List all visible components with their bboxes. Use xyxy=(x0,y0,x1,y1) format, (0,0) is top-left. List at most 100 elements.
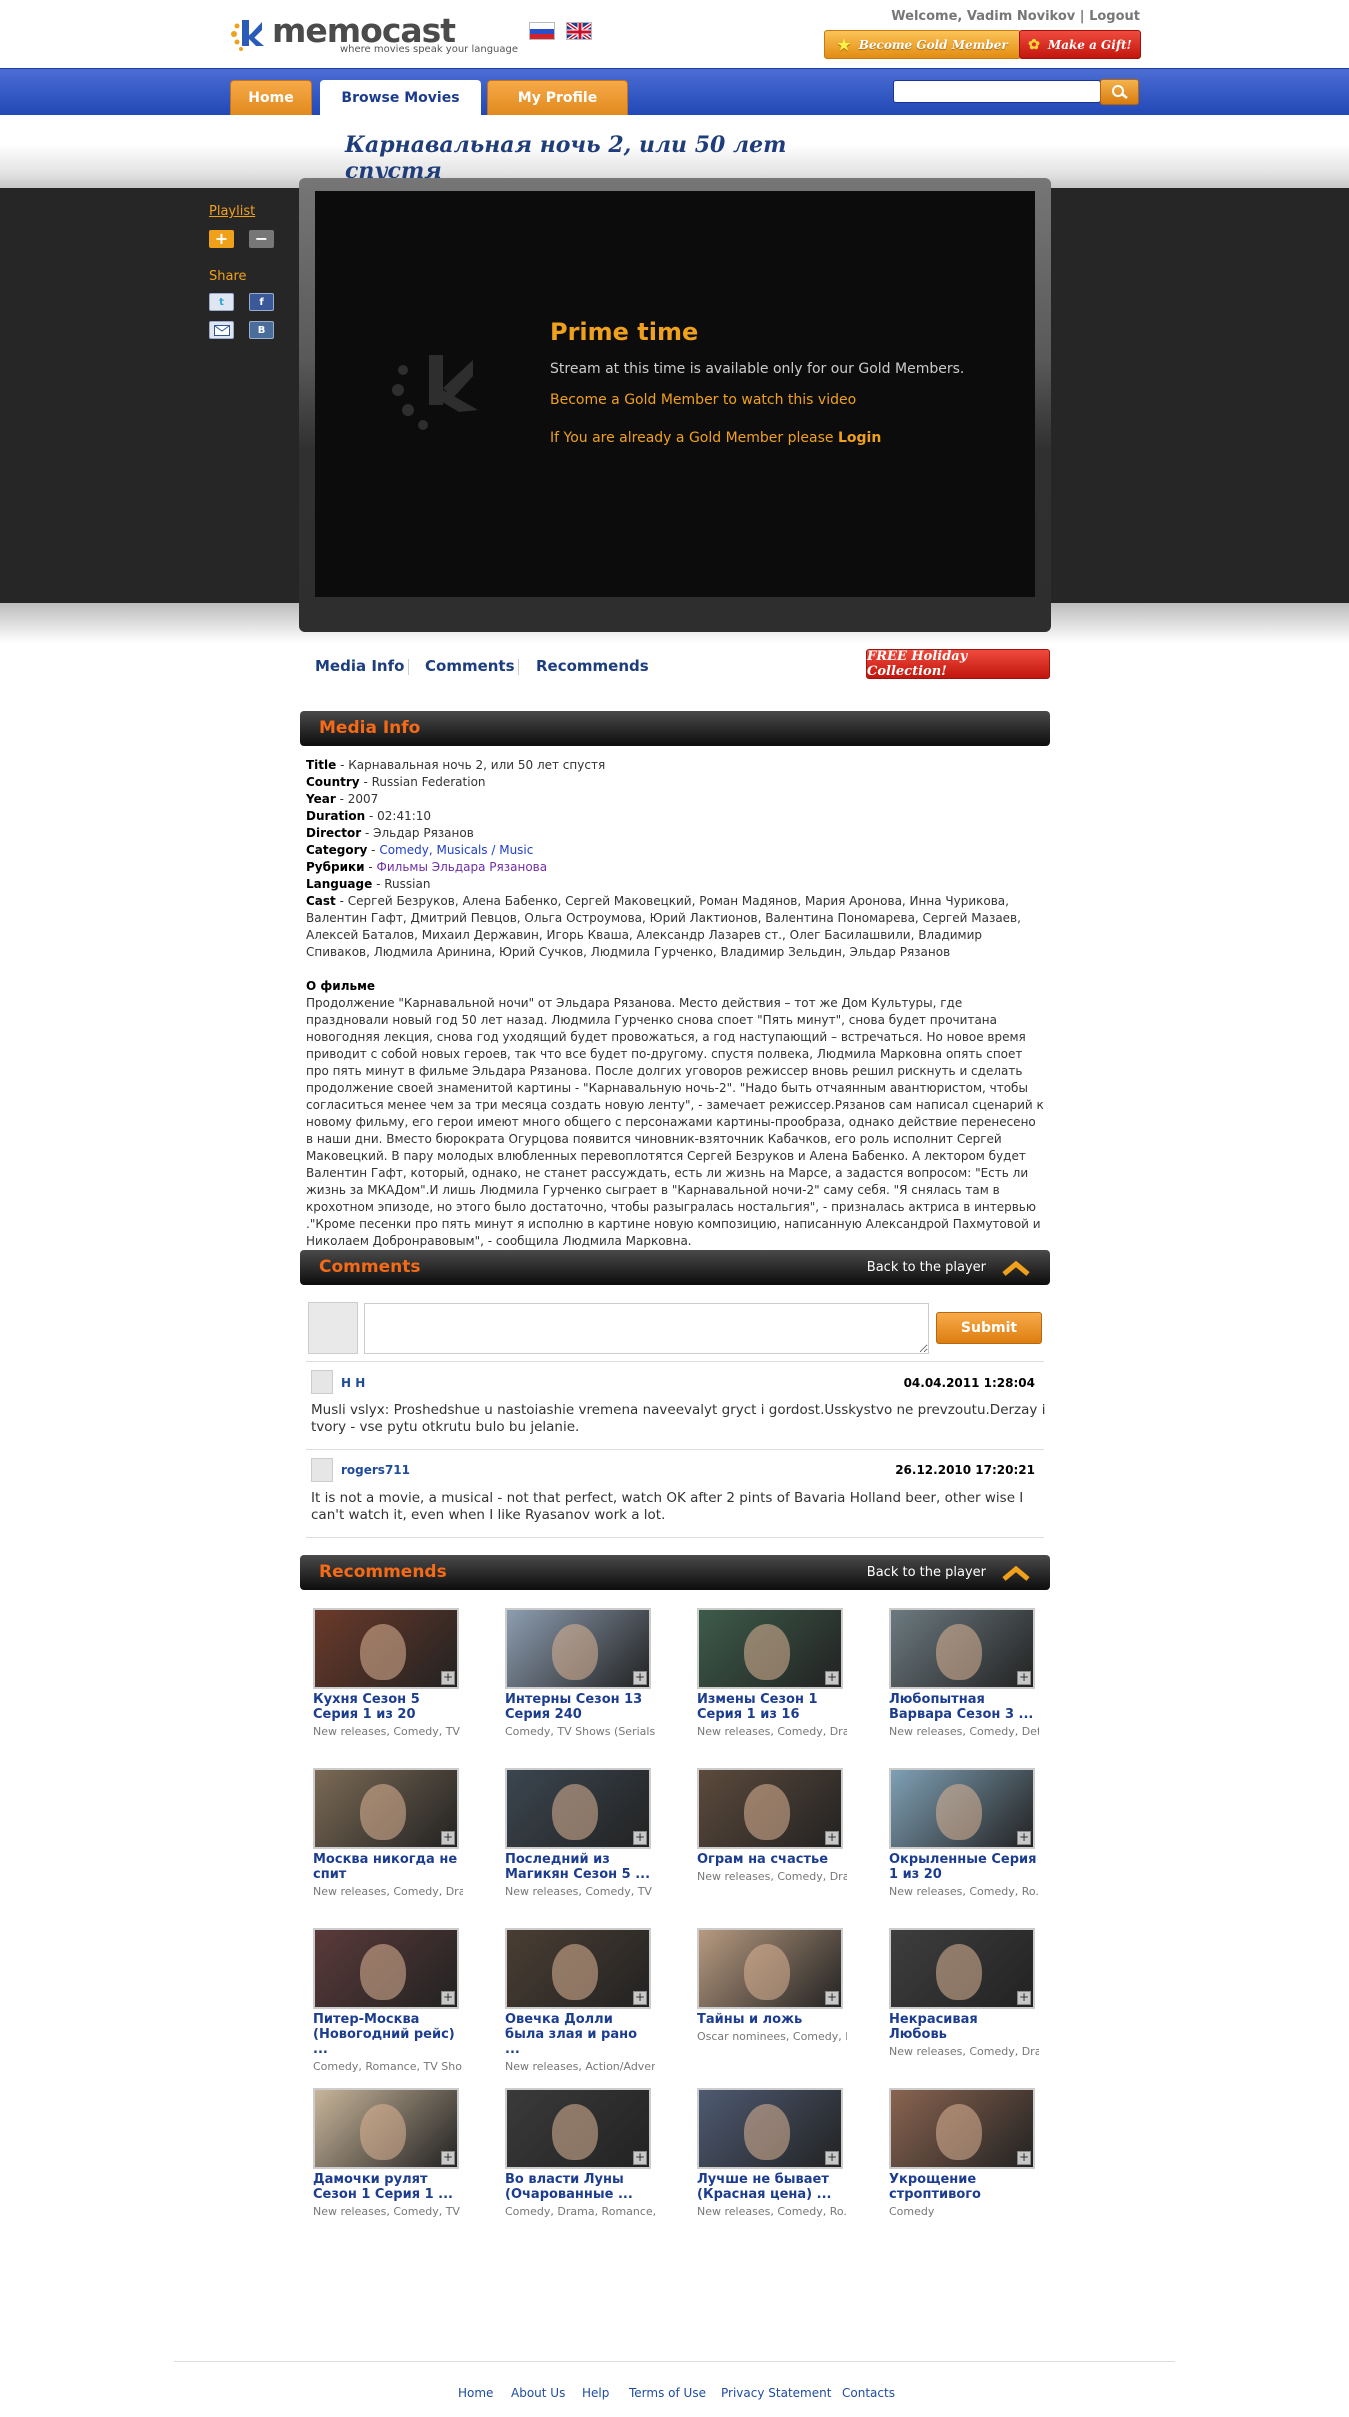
add-icon[interactable]: + xyxy=(441,2151,455,2165)
recommend-card[interactable]: + Дамочки рулят Сезон 1 Серия 1 ... New re… xyxy=(313,2088,463,2218)
recommend-title[interactable]: Тайны и ложь xyxy=(697,2012,847,2027)
recommend-card[interactable]: + Измены Сезон 1 Серия 1 из 16 New release… xyxy=(697,1608,847,1738)
recommend-thumbnail[interactable]: + xyxy=(697,1928,843,2009)
tab-browse-movies[interactable]: Browse Movies xyxy=(320,80,481,115)
recommend-title[interactable]: Москва никогда не спит xyxy=(313,1852,463,1882)
recommend-card[interactable]: + Овечка Долли была злая и рано ... New re… xyxy=(505,1928,655,2073)
recommend-thumbnail[interactable]: + xyxy=(889,1928,1035,2009)
add-icon[interactable]: + xyxy=(633,1831,647,1845)
recommend-thumbnail[interactable]: + xyxy=(505,1768,651,1849)
russian-flag-icon[interactable] xyxy=(529,22,555,40)
footer-link-privacy[interactable]: Privacy Statement xyxy=(721,2386,831,2400)
recommend-card[interactable]: + Интерны Сезон 13 Серия 240 Comedy, TV Sh… xyxy=(505,1608,655,1738)
recommend-title[interactable]: Лучше не бывает (Красная цена) ... xyxy=(697,2172,847,2202)
vkontakte-icon[interactable]: B xyxy=(249,321,274,339)
logo[interactable]: memocast xyxy=(228,14,456,64)
logout-link[interactable]: Logout xyxy=(1089,9,1140,24)
subtab-media-info[interactable]: Media Info xyxy=(315,657,404,675)
recommend-title[interactable]: Кухня Сезон 5 Серия 1 из 20 xyxy=(313,1692,463,1722)
tab-home[interactable]: Home xyxy=(230,80,312,115)
comment-author[interactable]: H H xyxy=(341,1376,365,1390)
recommend-thumbnail[interactable]: + xyxy=(313,2088,459,2169)
add-icon[interactable]: + xyxy=(1017,2151,1031,2165)
add-icon[interactable]: + xyxy=(441,1671,455,1685)
recommend-card[interactable]: + Тайны и ложь Oscar nominees, Comedy, D..… xyxy=(697,1928,847,2043)
add-icon[interactable]: + xyxy=(825,1831,839,1845)
recommend-card[interactable]: + Некрасивая Любовь New releases, Comedy, … xyxy=(889,1928,1039,2058)
recommend-thumbnail[interactable]: + xyxy=(697,2088,843,2169)
english-flag-icon[interactable] xyxy=(566,22,592,40)
recommend-title[interactable]: Интерны Сезон 13 Серия 240 xyxy=(505,1692,655,1722)
recommend-thumbnail[interactable]: + xyxy=(505,1928,651,2009)
submit-button[interactable]: Submit xyxy=(936,1312,1042,1344)
comment-input[interactable] xyxy=(364,1303,929,1354)
subtab-recommends[interactable]: Recommends xyxy=(536,657,649,675)
make-a-gift-button[interactable]: ✿ Make a Gift! xyxy=(1019,30,1141,59)
recommend-card[interactable]: + Окрыленные Серия 1 из 20 New releases, C… xyxy=(889,1768,1039,1898)
login-link[interactable]: Login xyxy=(838,430,881,446)
playlist-link[interactable]: Playlist xyxy=(209,204,255,219)
add-icon[interactable]: + xyxy=(1017,1831,1031,1845)
recommend-title[interactable]: Окрыленные Серия 1 из 20 xyxy=(889,1852,1039,1882)
add-icon[interactable]: + xyxy=(825,1991,839,2005)
rubrics-link[interactable]: Фильмы Эльдара Рязанова xyxy=(377,860,548,874)
add-icon[interactable]: + xyxy=(1017,1671,1031,1685)
comment-author[interactable]: rogers711 xyxy=(341,1463,410,1477)
become-gold-member-button[interactable]: ★ Become Gold Member xyxy=(824,30,1021,59)
subtab-comments[interactable]: Comments xyxy=(425,657,515,675)
back-to-player-link[interactable]: Back to the player xyxy=(867,1565,986,1580)
footer-link-about[interactable]: About Us xyxy=(511,2386,565,2400)
add-to-playlist-button[interactable]: + xyxy=(209,230,234,248)
recommend-thumbnail[interactable]: + xyxy=(697,1768,843,1849)
add-icon[interactable]: + xyxy=(825,1671,839,1685)
back-to-player-link[interactable]: Back to the player xyxy=(867,1260,986,1275)
recommend-thumbnail[interactable]: + xyxy=(313,1768,459,1849)
become-gold-member-link[interactable]: Become a Gold Member to watch this video xyxy=(550,392,856,408)
twitter-icon[interactable]: t xyxy=(209,293,234,311)
recommend-title[interactable]: Укрощение строптивого xyxy=(889,2172,1039,2202)
free-holiday-collection-button[interactable]: FREE Holiday Collection! xyxy=(866,649,1050,679)
recommend-thumbnail[interactable]: + xyxy=(697,1608,843,1689)
add-icon[interactable]: + xyxy=(633,2151,647,2165)
add-icon[interactable]: + xyxy=(441,1831,455,1845)
recommend-title[interactable]: Любопытная Варвара Сезон 3 ... xyxy=(889,1692,1039,1722)
footer-link-terms[interactable]: Terms of Use xyxy=(629,2386,706,2400)
recommend-thumbnail[interactable]: + xyxy=(313,1608,459,1689)
add-icon[interactable]: + xyxy=(825,2151,839,2165)
add-icon[interactable]: + xyxy=(1017,1991,1031,2005)
footer-link-help[interactable]: Help xyxy=(582,2386,609,2400)
recommend-card[interactable]: + Укрощение строптивого Comedy xyxy=(889,2088,1039,2218)
recommend-title[interactable]: Некрасивая Любовь xyxy=(889,2012,1039,2042)
recommend-card[interactable]: + Лучше не бывает (Красная цена) ... New r… xyxy=(697,2088,847,2218)
recommend-card[interactable]: + Ограм на счастье New releases, Comedy, D… xyxy=(697,1768,847,1883)
search-button[interactable] xyxy=(1100,79,1139,105)
recommend-thumbnail[interactable]: + xyxy=(505,2088,651,2169)
remove-from-playlist-button[interactable]: − xyxy=(249,230,274,248)
add-icon[interactable]: + xyxy=(441,1991,455,2005)
email-icon[interactable] xyxy=(209,321,234,339)
recommend-card[interactable]: + Во власти Луны (Очарованные ... Comedy, … xyxy=(505,2088,655,2218)
chevron-up-icon[interactable] xyxy=(1001,1565,1031,1581)
recommend-title[interactable]: Питер-Москва (Новогодний рейс) ... xyxy=(313,2012,463,2057)
recommend-thumbnail[interactable]: + xyxy=(313,1928,459,2009)
facebook-icon[interactable]: f xyxy=(249,293,274,311)
recommend-title[interactable]: Измены Сезон 1 Серия 1 из 16 xyxy=(697,1692,847,1722)
search-input[interactable] xyxy=(893,80,1101,103)
recommend-thumbnail[interactable]: + xyxy=(889,1608,1035,1689)
recommend-card[interactable]: + Кухня Сезон 5 Серия 1 из 20 New releases… xyxy=(313,1608,463,1738)
add-icon[interactable]: + xyxy=(633,1991,647,2005)
recommend-card[interactable]: + Москва никогда не спит New releases, Com… xyxy=(313,1768,463,1898)
recommend-title[interactable]: Дамочки рулят Сезон 1 Серия 1 ... xyxy=(313,2172,463,2202)
recommend-title[interactable]: Во власти Луны (Очарованные ... xyxy=(505,2172,655,2202)
recommend-title[interactable]: Овечка Долли была злая и рано ... xyxy=(505,2012,655,2057)
tab-my-profile[interactable]: My Profile xyxy=(487,80,628,115)
footer-link-home[interactable]: Home xyxy=(458,2386,493,2400)
add-icon[interactable]: + xyxy=(633,1671,647,1685)
recommend-card[interactable]: + Питер-Москва (Новогодний рейс) ... Comed… xyxy=(313,1928,463,2073)
recommend-thumbnail[interactable]: + xyxy=(505,1608,651,1689)
recommend-thumbnail[interactable]: + xyxy=(889,2088,1035,2169)
recommend-thumbnail[interactable]: + xyxy=(889,1768,1035,1849)
chevron-up-icon[interactable] xyxy=(1001,1260,1031,1276)
recommend-card[interactable]: + Последний из Магикян Сезон 5 ... New rel… xyxy=(505,1768,655,1898)
category-link[interactable]: Comedy, Musicals / Music xyxy=(379,843,533,857)
